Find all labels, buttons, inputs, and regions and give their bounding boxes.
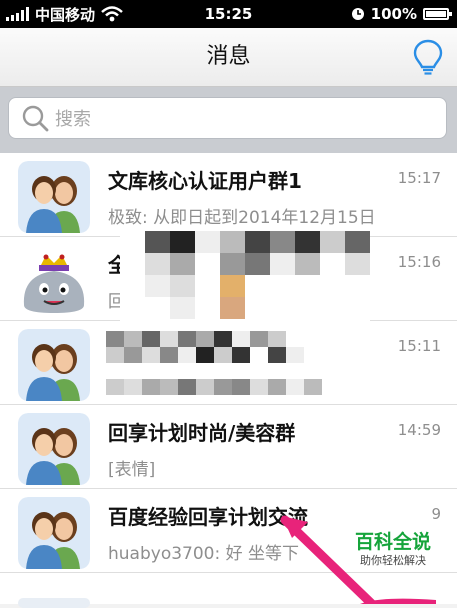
conversation-preview: huabyo3700: 好 坐等下 [108, 544, 300, 564]
conversation-name: 文库核心认证用户群1 [108, 169, 302, 193]
battery-percent: 100% [370, 5, 417, 23]
next-avatar-peek [18, 598, 90, 608]
search-placeholder: 搜索 [55, 109, 91, 130]
watermark-logo: 百科全说 助你轻松解决 [337, 530, 449, 580]
conversation-time: 15:17 [397, 169, 441, 187]
conversation-preview: 极致: 从即日起到2014年12月15日 [108, 208, 376, 228]
group-avatar-icon [18, 329, 90, 401]
conversation-name: 回享计划时尚/美容群 [108, 421, 296, 445]
conversation-time: 14:59 [397, 421, 441, 439]
conversation-item[interactable]: 回享计划时尚/美容群 14:59 [表情] [0, 405, 457, 489]
page-title: 消息 [206, 44, 251, 69]
lightbulb-icon[interactable] [413, 39, 443, 77]
group-avatar-icon [18, 413, 90, 485]
watermark-subtitle: 助你轻松解决 [360, 554, 426, 567]
status-right: 100% [351, 0, 452, 28]
battery-fill [426, 11, 446, 17]
status-bar: 中国移动 15:25 100% [0, 0, 457, 28]
group-avatar-icon [18, 161, 90, 233]
nav-bar: 消息 [0, 28, 457, 87]
conversation-time: 9 [431, 505, 441, 523]
search-input[interactable]: 搜索 [8, 97, 447, 139]
conversation-item[interactable]: 15:11 [0, 321, 457, 405]
conversation-time: 15:16 [397, 253, 441, 271]
pixelation-mosaic [120, 231, 370, 321]
conversation-item[interactable]: 文库核心认证用户群1 15:17 极致: 从即日起到2014年12月15日 [0, 153, 457, 237]
search-bar: 搜索 [0, 87, 457, 153]
conversation-time: 15:11 [397, 337, 441, 355]
battery-icon [423, 8, 452, 20]
conversation-preview: [表情] [108, 460, 156, 480]
pixelation-mosaic [106, 331, 328, 395]
conversation-item[interactable]: 全 15:16 回 [0, 231, 457, 321]
conversation-name: 百度经验回享计划交流 [108, 505, 308, 529]
group-avatar-icon [18, 497, 90, 569]
watermark-title: 百科全说 [354, 531, 431, 553]
search-icon [22, 105, 49, 132]
clock-icon [351, 8, 364, 20]
slime-avatar-icon [18, 245, 90, 317]
